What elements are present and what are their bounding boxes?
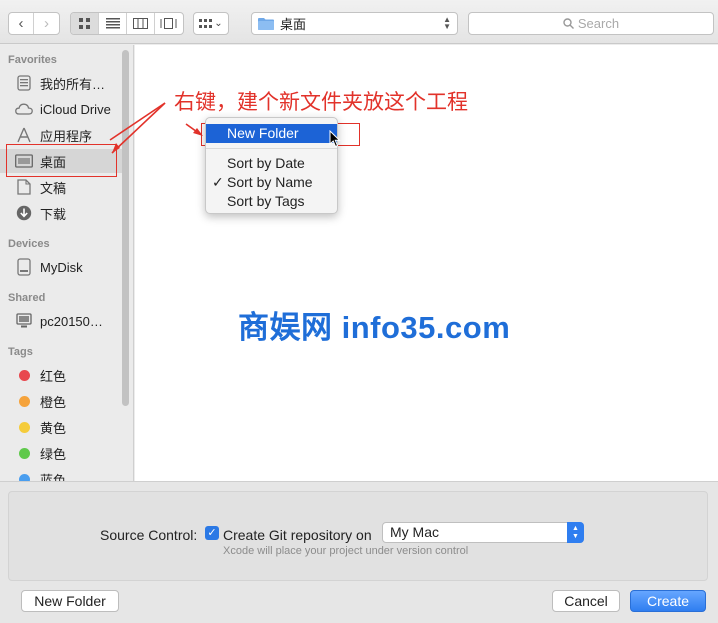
source-control-hint: Xcode will place your project under vers… [223, 545, 469, 557]
cloud-icon [14, 103, 34, 115]
sidebar-item-tag-green[interactable]: 绿色 [0, 441, 122, 465]
applications-icon [14, 127, 34, 143]
tag-red-icon [18, 369, 30, 381]
watermark-text: 商娱网 info35.com [238, 310, 511, 345]
sidebar-item-shared-pc[interactable]: pc20150… [0, 309, 122, 333]
sidebar-item-tag-blue[interactable]: 蓝色 [0, 467, 122, 481]
sidebar-item-label: 绿色 [40, 446, 67, 462]
sidebar-item-label: 红色 [40, 368, 67, 384]
context-menu: New Folder Sort by Date ✓ Sort by Name S… [205, 117, 338, 214]
chevron-down-icon: ⌄ [214, 18, 223, 29]
cancel-button[interactable]: Cancel [552, 590, 620, 612]
git-location-value: My Mac [390, 524, 439, 540]
sidebar-item-label: 文稿 [40, 180, 67, 196]
button-label: Create [646, 593, 690, 609]
sidebar-item-label: pc20150… [40, 313, 103, 329]
forward-button[interactable]: › [34, 13, 59, 34]
arrange-menu[interactable]: ⌄ [194, 13, 228, 34]
mouse-pointer-icon [329, 130, 341, 148]
create-button[interactable]: Create [630, 590, 706, 612]
search-icon [563, 18, 574, 29]
button-label: New Folder [34, 593, 106, 609]
computer-icon [14, 313, 34, 329]
toolbar: ‹ › ⌄ 桌面 ▲ ▼ Search [0, 0, 718, 44]
menu-item-sort-by-tags[interactable]: Sort by Tags [206, 192, 337, 211]
all-files-icon [14, 75, 34, 91]
sidebar-item-documents[interactable]: 文稿 [0, 175, 122, 199]
tag-green-icon [18, 447, 30, 459]
annotation-text: 右键，建个新文件夹放这个工程 [174, 90, 468, 114]
cover-flow-button[interactable] [155, 13, 183, 34]
tag-orange-icon [18, 395, 30, 407]
disk-icon [14, 258, 34, 276]
updown-arrows-icon: ▲ ▼ [443, 15, 451, 31]
back-button[interactable]: ‹ [9, 13, 35, 34]
sidebar-item-label: iCloud Drive [40, 101, 111, 117]
list-icon [105, 18, 120, 29]
source-control-label: Source Control: [100, 527, 198, 543]
sidebar-item-label: 蓝色 [40, 472, 67, 482]
menu-item-sort-by-name[interactable]: ✓ Sort by Name [206, 173, 337, 192]
button-label: Cancel [564, 593, 608, 609]
create-git-checkbox[interactable]: ✓ [205, 526, 219, 540]
sidebar-item-icloud-drive[interactable]: iCloud Drive [0, 97, 122, 121]
sidebar-scrollbar[interactable] [122, 50, 129, 406]
menu-item-sort-by-date[interactable]: Sort by Date [206, 154, 337, 173]
arrange-icon [199, 18, 213, 28]
section-tags: Tags [8, 346, 33, 358]
section-favorites: Favorites [8, 54, 57, 66]
folder-icon [258, 18, 274, 30]
menu-separator [206, 148, 337, 149]
search-field[interactable]: Search [468, 12, 714, 35]
search-placeholder: Search [577, 16, 620, 31]
create-git-label[interactable]: Create Git repository on [223, 527, 372, 543]
menu-item-label: Sort by Tags [227, 193, 305, 209]
sidebar-item-label: 应用程序 [40, 128, 93, 144]
sidebar-item-label: 下载 [40, 206, 67, 222]
sidebar-item-label: 黄色 [40, 420, 67, 436]
new-folder-button[interactable]: New Folder [21, 590, 119, 612]
section-devices: Devices [8, 238, 50, 250]
navigation-buttons: ‹ › [8, 12, 60, 35]
sidebar-item-tag-orange[interactable]: 橙色 [0, 389, 122, 413]
checkmark-icon: ✓ [212, 174, 224, 190]
menu-item-label: Sort by Name [227, 174, 313, 190]
sidebar-item-all-my-files[interactable]: 我的所有… [0, 71, 122, 95]
bottom-bar: Source Control: ✓ Create Git repository … [0, 481, 718, 623]
column-view-button[interactable] [127, 13, 155, 34]
columns-icon [133, 18, 148, 29]
tag-blue-icon [18, 473, 30, 481]
downloads-icon [14, 205, 34, 221]
sidebar-item-label: 橙色 [40, 394, 67, 410]
menu-item-label: Sort by Date [227, 155, 305, 171]
grid-icon [79, 18, 90, 29]
documents-icon [14, 179, 34, 195]
path-folder-label: 桌面 [280, 17, 307, 32]
updown-arrows-icon: ▲ ▼ [567, 522, 584, 543]
sidebar-item-downloads[interactable]: 下载 [0, 201, 122, 225]
annotation-box-desktop [6, 144, 117, 177]
sidebar: Favorites 我的所有… iCloud Drive 应用程序 桌面 文稿 [0, 45, 134, 481]
git-location-popup[interactable]: My Mac ▲ ▼ [382, 522, 584, 543]
sidebar-item-tag-yellow[interactable]: 黄色 [0, 415, 122, 439]
tag-yellow-icon [18, 421, 30, 433]
list-view-button[interactable] [99, 13, 127, 34]
menu-item-label: New Folder [227, 125, 299, 141]
menu-item-new-folder[interactable]: New Folder [206, 124, 337, 143]
sidebar-item-label: MyDisk [40, 259, 83, 275]
icon-view-button[interactable] [71, 13, 99, 34]
sidebar-item-label: 我的所有… [40, 76, 106, 92]
cover-flow-icon [160, 18, 177, 29]
path-popup[interactable]: 桌面 ▲ ▼ [251, 12, 458, 35]
section-shared: Shared [8, 292, 46, 304]
arrange-button[interactable]: ⌄ [193, 12, 229, 35]
sidebar-item-mydisk[interactable]: MyDisk [0, 255, 122, 279]
view-mode-buttons [70, 12, 184, 35]
sidebar-item-tag-red[interactable]: 红色 [0, 363, 122, 387]
